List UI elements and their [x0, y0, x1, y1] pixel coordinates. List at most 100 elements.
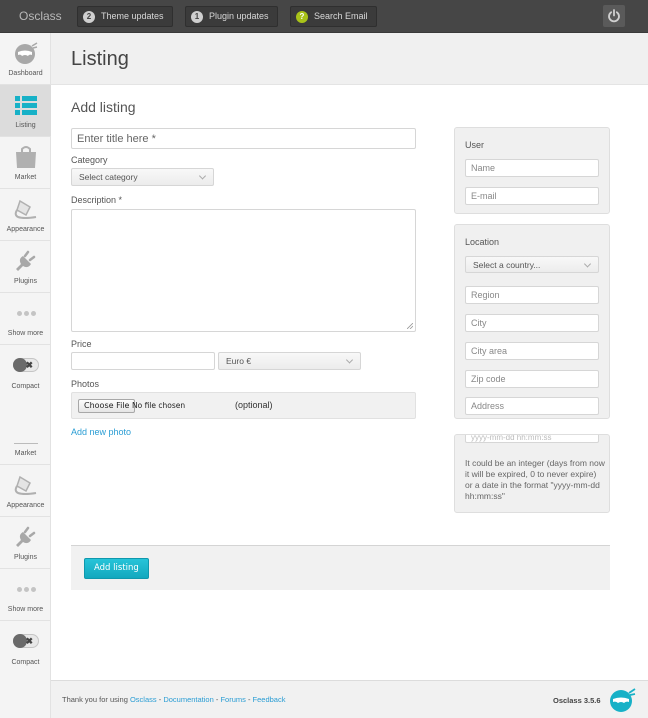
sidebar-label: Show more [7, 606, 44, 613]
osclass-logo-icon [608, 687, 636, 716]
more-dots-icon [13, 301, 39, 325]
optional-note: (optional) [235, 400, 273, 410]
resize-handle-icon[interactable] [407, 323, 413, 329]
address-input[interactable]: Address [465, 397, 599, 415]
city-input[interactable]: City [465, 314, 599, 332]
description-textarea[interactable] [71, 209, 416, 332]
category-label: Category [71, 155, 108, 165]
listing-icon [13, 93, 39, 117]
sidebar-item-plugins-repeat[interactable]: Plugins [0, 517, 51, 569]
sidebar-item-dashboard[interactable]: Dashboard [0, 33, 51, 85]
sidebar-item-appearance-repeat[interactable]: Appearance [0, 465, 51, 517]
currency-select-value: Euro € [226, 356, 252, 366]
search-email-label: Search Email [314, 11, 368, 21]
title-input[interactable]: Enter title here * [71, 128, 416, 149]
logout-button[interactable] [603, 5, 625, 27]
sidebar-item-listing[interactable]: Listing [0, 85, 51, 137]
theme-updates-button[interactable]: 2 Theme updates [77, 6, 173, 27]
region-input[interactable]: Region [465, 286, 599, 304]
footer-prefix: Thank you for using [62, 695, 130, 704]
expiration-input[interactable]: yyyy-mm-dd hh:mm:ss [465, 435, 599, 443]
name-input[interactable]: Name [465, 159, 599, 177]
sidebar-item-compact-repeat[interactable]: ✖ Compact [0, 621, 51, 673]
plug-icon [13, 525, 39, 549]
country-select-value: Select a country... [473, 259, 541, 270]
chevron-down-icon [198, 172, 207, 180]
paint-bucket-icon [13, 473, 39, 497]
search-email-button[interactable]: ? Search Email [290, 6, 377, 27]
category-select[interactable]: Select category [71, 168, 214, 186]
feedback-link[interactable]: Feedback [253, 695, 286, 704]
chevron-down-icon [345, 356, 354, 364]
sidebar-label: Market [14, 174, 37, 181]
sidebar-item-appearance[interactable]: Appearance [0, 189, 51, 241]
footer: Thank you for using Osclass - Documentat… [51, 680, 648, 718]
paint-bucket-icon [13, 197, 39, 221]
plug-icon [13, 249, 39, 273]
add-listing-button[interactable]: Add listing [84, 558, 149, 579]
toggle-icon[interactable]: ✖ [13, 353, 39, 377]
osclass-link[interactable]: Osclass [130, 695, 157, 704]
plugin-updates-count-badge: 1 [191, 10, 203, 23]
sidebar-item-plugins[interactable]: Plugins [0, 241, 51, 293]
city-area-input[interactable]: City area [465, 342, 599, 360]
forums-link[interactable]: Forums [220, 695, 245, 704]
footer-separator: - [245, 695, 253, 704]
page-header: Listing [51, 33, 648, 85]
form-actions: Add listing [71, 545, 610, 590]
dashboard-icon [13, 41, 39, 65]
user-panel: User Name E-mail [454, 127, 610, 214]
sidebar-item-compact[interactable]: ✖ Compact [0, 345, 51, 397]
price-input[interactable] [71, 352, 215, 370]
help-icon: ? [296, 10, 308, 23]
country-select[interactable]: Select a country... [465, 256, 599, 273]
power-icon [608, 9, 620, 23]
expiration-help-text: It could be an integer (days from now it… [465, 458, 605, 501]
theme-updates-count-badge: 2 [83, 10, 95, 23]
sidebar-label: Appearance [6, 226, 45, 233]
plugin-updates-button[interactable]: 1 Plugin updates [185, 6, 278, 27]
version-label: Osclass 3.5.6 [553, 696, 601, 705]
sidebar-label: Compact [11, 659, 40, 666]
sidebar-item-market-repeat[interactable]: Market [0, 413, 51, 465]
brand-logo[interactable]: Osclass [19, 9, 62, 23]
choose-file-button[interactable]: Choose File [78, 399, 136, 413]
location-panel: Location Select a country... Region City… [454, 224, 610, 419]
theme-updates-label: Theme updates [101, 11, 164, 21]
email-input[interactable]: E-mail [465, 187, 599, 205]
market-bag-icon [13, 145, 39, 169]
sidebar-label: Plugins [14, 554, 37, 561]
chevron-down-icon [583, 259, 592, 268]
more-dots-icon [13, 577, 39, 601]
add-new-photo-link[interactable]: Add new photo [71, 427, 131, 437]
sidebar-item-show-more-repeat[interactable]: Show more [0, 569, 51, 621]
photos-label: Photos [71, 379, 100, 389]
photo-upload-box: Choose File No file chosen (optional) [71, 392, 416, 419]
documentation-link[interactable]: Documentation [163, 695, 213, 704]
sidebar-item-show-more[interactable]: Show more [0, 293, 51, 345]
currency-select[interactable]: Euro € [218, 352, 361, 370]
top-bar: Osclass 2 Theme updates 1 Plugin updates… [0, 0, 648, 33]
file-status: No file chosen [132, 401, 186, 410]
section-title: Add listing [71, 99, 136, 115]
footer-text: Thank you for using Osclass - Documentat… [62, 695, 285, 704]
sidebar-item-market[interactable]: Market [0, 137, 51, 189]
sidebar-label: Plugins [14, 278, 37, 285]
sidebar-label: Appearance [6, 502, 45, 509]
main-content: Add listing Enter title here * Category … [51, 85, 648, 680]
sidebar-label: Compact [11, 383, 40, 390]
page-title: Listing [71, 48, 129, 70]
sidebar-label: Show more [7, 330, 44, 337]
sidebar-label: Market [14, 450, 37, 457]
sidebar: Dashboard Listing Market Appearance Plug… [0, 33, 51, 718]
category-select-value: Select category [79, 172, 138, 182]
toggle-icon[interactable]: ✖ [13, 629, 39, 653]
expiration-panel: yyyy-mm-dd hh:mm:ss It could be an integ… [454, 434, 610, 513]
price-label: Price [71, 339, 92, 349]
sidebar-label: Listing [15, 122, 36, 129]
sidebar-label: Dashboard [8, 70, 43, 77]
description-label: Description * [71, 195, 123, 205]
zip-code-input[interactable]: Zip code [465, 370, 599, 388]
plugin-updates-label: Plugin updates [209, 11, 269, 21]
location-panel-title: Location [465, 237, 500, 247]
